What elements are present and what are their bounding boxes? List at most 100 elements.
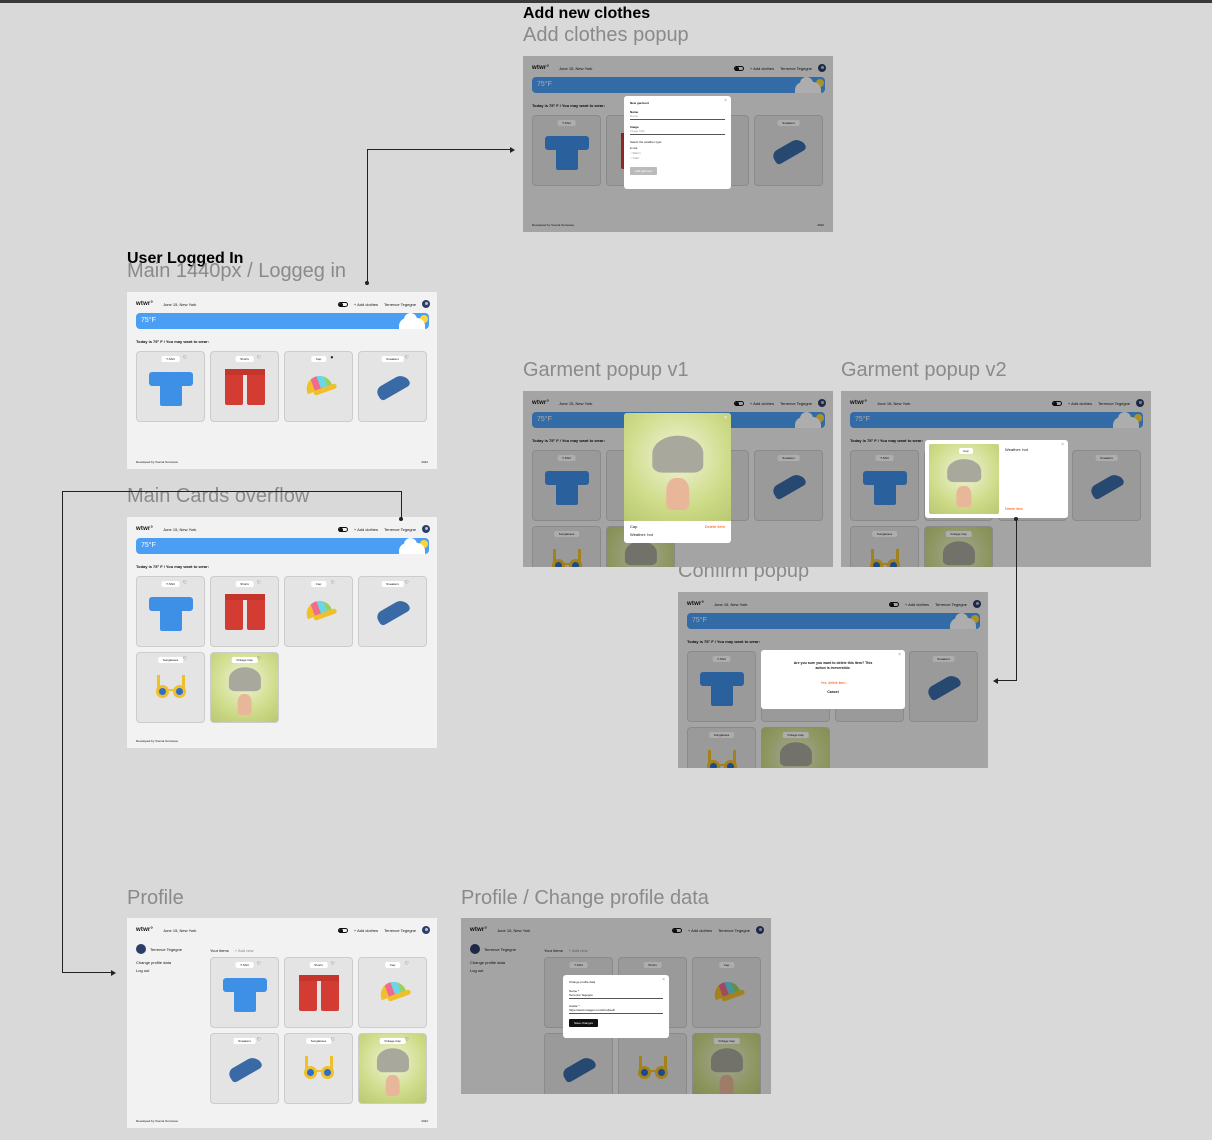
date-location: June 15, New York (163, 526, 197, 532)
frame-label-profile-change[interactable]: Profile / Change profile data (461, 887, 709, 910)
heart-icon[interactable]: ♡ (331, 580, 335, 586)
date-location: June 15, New York (163, 927, 197, 933)
cancel-button[interactable]: Cancel (761, 690, 905, 694)
temp-unit-toggle[interactable] (337, 927, 348, 933)
logout-link[interactable]: Log out (136, 968, 182, 973)
frame-profile-change[interactable]: wtwr° June 15, New York + Add clothes Te… (461, 918, 771, 1094)
heart-icon[interactable]: ♡ (405, 580, 409, 586)
item-tag: Shorts (235, 356, 254, 362)
change-profile-data-link[interactable]: Change profile data (136, 960, 182, 965)
section-title-add-new: Add new clothes (523, 5, 651, 22)
frame-main-overflow[interactable]: wtwr° June 15, New York + Add clothes Te… (127, 517, 437, 748)
heart-icon[interactable]: ♡ (331, 961, 335, 967)
logo[interactable]: wtwr° (136, 526, 153, 532)
cap-image (299, 370, 338, 402)
logo[interactable]: wtwr° (136, 301, 153, 307)
add-clothes-button[interactable]: + Add clothes (354, 527, 378, 532)
frame-garment-v2[interactable]: wtwr° June 15, New York + Add clothes Te… (841, 391, 1151, 567)
item-card-tshirt[interactable]: T-Shirt ♡ (136, 351, 205, 422)
item-card-shorts[interactable]: Shorts ♡ (284, 957, 353, 1028)
avatar-input[interactable]: https://www.images.com/tirnsfree8 (569, 1008, 663, 1014)
close-icon[interactable]: × (724, 98, 727, 104)
frame-label-profile[interactable]: Profile (127, 887, 184, 910)
avatar[interactable] (422, 525, 430, 533)
add-garment-button[interactable]: Add garment (630, 167, 658, 175)
image-input[interactable]: Image URL (630, 129, 725, 135)
frame-garment-v1[interactable]: wtwr° June 15, New York + Add clothes Te… (523, 391, 833, 567)
item-card-sneakers[interactable]: Sneakers ♡ (210, 1033, 279, 1104)
delete-item-button[interactable]: Delete item (1005, 507, 1023, 511)
item-card-sneakers[interactable]: Sneakers ♡ (358, 351, 427, 422)
close-icon[interactable]: × (1061, 442, 1064, 448)
add-clothes-button[interactable]: + Add clothes (354, 928, 378, 933)
username[interactable]: Terrence Tegegne (384, 302, 416, 307)
radio-cold[interactable]: ○ Cold (630, 156, 725, 161)
item-card-tshirt[interactable]: T-Shirt ♡ (136, 576, 205, 647)
item-card-cap[interactable]: Cap ♡ (358, 957, 427, 1028)
frame-add-clothes[interactable]: wtwr° June 15, New York + Add clothes Te… (523, 56, 833, 232)
garment-detail-modal: Cap × Weather: hot Delete item (925, 440, 1068, 518)
header: wtwr° June 15, New York + Add clothes Te… (136, 298, 430, 310)
logo[interactable]: wtwr° (136, 927, 153, 933)
item-card-cap[interactable]: Cap ♡ (284, 576, 353, 647)
tshirt-image (222, 974, 267, 1012)
item-card-tshirt[interactable]: T-Shirt ♡ (210, 957, 279, 1028)
item-card-shorts[interactable]: Shorts ♡ (210, 576, 279, 647)
heart-icon[interactable]: ♡ (405, 1037, 409, 1043)
save-changes-button[interactable]: Save changes (569, 1019, 599, 1027)
heart-icon[interactable]: ♡ (405, 355, 409, 361)
frame-profile[interactable]: wtwr° June 15, New York + Add clothes Te… (127, 918, 437, 1128)
temp-unit-toggle[interactable] (337, 526, 348, 532)
frame-label-add-clothes[interactable]: Add clothes popup (523, 24, 689, 47)
username[interactable]: Terrence Tegegne (384, 527, 416, 532)
frame-confirm[interactable]: wtwr° June 15, New York + Add clothes Te… (678, 592, 988, 768)
connector-line (62, 491, 63, 973)
weather-card: 75°F (136, 313, 429, 329)
footer: Developed by Vsenia Sumsova 2022 (136, 1119, 428, 1123)
frame-label-garment-v1[interactable]: Garment popup v1 (523, 359, 689, 382)
item-card-sneakers[interactable]: Sneakers ♡ (358, 576, 427, 647)
close-icon[interactable]: × (662, 977, 665, 983)
garment-photo (624, 413, 731, 521)
footer: Developed by Vsenia Sumsova (136, 739, 428, 743)
item-card-vintage-cap[interactable]: Vintage Cap ♡ (210, 652, 279, 723)
heart-icon[interactable]: ♡ (405, 961, 409, 967)
frame-label-overflow[interactable]: Main Cards overflow (127, 485, 309, 508)
avatar[interactable] (422, 926, 430, 934)
heart-filled-icon[interactable]: ♥ (331, 355, 334, 361)
name-input[interactable]: Terrence Tegegne (569, 993, 663, 999)
name-input[interactable]: Name (630, 114, 725, 120)
profile-sidebar: Terrence Tegegne Change profile data Log… (136, 944, 182, 973)
close-icon[interactable]: × (898, 652, 901, 658)
heart-icon[interactable]: ♡ (257, 961, 261, 967)
frame-label-garment-v2[interactable]: Garment popup v2 (841, 359, 1007, 382)
add-new-button[interactable]: + Add new (235, 948, 254, 953)
heart-icon[interactable]: ♡ (183, 656, 187, 662)
vintage-cap-photo (211, 653, 278, 722)
item-card-shorts[interactable]: Shorts ♡ (210, 351, 279, 422)
frame-main-logged-in[interactable]: wtwr° June 15, New York + Add clothes Te… (127, 292, 437, 469)
heart-icon[interactable]: ♡ (183, 580, 187, 586)
weather-label: Select the weather type: (630, 140, 663, 144)
item-card-vintage-cap[interactable]: Vintage Cap ♡ (358, 1033, 427, 1104)
temp-unit-toggle[interactable] (337, 301, 348, 307)
heart-icon[interactable]: ♡ (257, 656, 261, 662)
item-card-sunglasses[interactable]: Sunglasses ♡ (284, 1033, 353, 1104)
heart-icon[interactable]: ♡ (257, 355, 261, 361)
sneaker-image (374, 371, 411, 402)
heart-icon[interactable]: ♡ (257, 1037, 261, 1043)
avatar[interactable] (422, 300, 430, 308)
heart-icon[interactable]: ♡ (257, 580, 261, 586)
heart-icon[interactable]: ♡ (183, 355, 187, 361)
delete-item-button[interactable]: Delete item (705, 524, 725, 529)
close-icon[interactable]: × (724, 415, 727, 421)
heart-icon[interactable]: ♡ (331, 1037, 335, 1043)
item-tag: Cap (310, 356, 327, 362)
item-card-cap[interactable]: Cap ♥ (284, 351, 353, 422)
item-card-sunglasses[interactable]: Sunglasses ♡ (136, 652, 205, 723)
confirm-delete-button[interactable]: Yes, delete item (761, 681, 905, 685)
username[interactable]: Terrence Tegegne (384, 928, 416, 933)
frame-label-main[interactable]: Main 1440px / Loggeg in (127, 260, 346, 283)
connector-line (1016, 519, 1017, 681)
add-clothes-button[interactable]: + Add clothes (354, 302, 378, 307)
